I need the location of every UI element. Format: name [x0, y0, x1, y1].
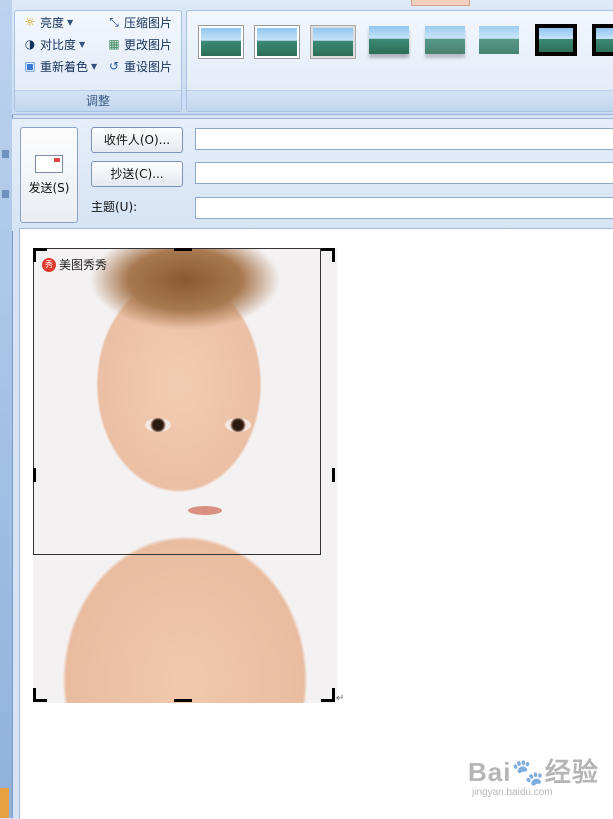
brightness-button[interactable]: ☼ 亮度 ▼ [23, 13, 74, 31]
watermark-brand-left: Bai [468, 757, 512, 787]
crop-rectangle[interactable] [33, 248, 321, 555]
crop-handle[interactable] [332, 468, 335, 482]
sun-icon: ☼ [24, 15, 36, 29]
reset-picture-label: 重设图片 [124, 59, 173, 74]
strip-marker [2, 150, 9, 158]
adjust-group: ☼ 亮度 ▼ ◑ 对比度 ▼ ▣ 重新着色 ▼ ⤡ 压缩图片 ▦ 更改图片 ↺ … [14, 10, 182, 112]
change-picture-label: 更改图片 [124, 37, 173, 52]
paragraph-mark: ↵ [336, 693, 345, 704]
compress-icon: ⤡ [109, 15, 119, 29]
ribbon: ☼ 亮度 ▼ ◑ 对比度 ▼ ▣ 重新着色 ▼ ⤡ 压缩图片 ▦ 更改图片 ↺ … [12, 0, 613, 115]
picture-icon: ▦ [108, 37, 120, 51]
to-field[interactable] [195, 128, 613, 150]
contrast-icon: ◑ [24, 37, 36, 51]
recolor-icon: ▣ [24, 59, 36, 73]
watermark-brand-right: 经验 [544, 757, 599, 787]
contextual-tab-accent [411, 0, 470, 6]
baidu-jingyan-watermark: Bai🐾经验 jingyan.baidu.com [468, 752, 608, 802]
gallery-footer [187, 90, 613, 111]
strip-marker [2, 190, 9, 198]
crop-handle[interactable] [33, 468, 36, 482]
paw-icon: 🐾 [511, 757, 545, 787]
baidu-jingyan-logo: Bai🐾经验 [468, 752, 608, 789]
subject-label: 主题(U): [91, 200, 138, 214]
recolor-label: 重新着色 [40, 59, 89, 74]
message-body[interactable]: 秀 美图秀秀 ↵ [19, 228, 613, 819]
picture-styles-gallery [186, 10, 613, 112]
adjust-group-label: 调整 [15, 90, 181, 111]
picture-style-thumbnail[interactable] [425, 26, 465, 54]
cc-field[interactable] [195, 162, 613, 184]
crop-handle[interactable] [174, 248, 192, 251]
envelope-icon [35, 154, 63, 173]
crop-handle[interactable] [174, 699, 192, 702]
crop-handle[interactable] [33, 688, 36, 702]
contrast-label: 对比度 [40, 37, 77, 52]
crop-handle[interactable] [332, 688, 335, 702]
picture-style-thumbnail-selected[interactable] [535, 24, 577, 56]
picture-style-thumbnail[interactable] [592, 24, 613, 56]
chevron-down-icon: ▼ [91, 61, 98, 71]
compress-label: 压缩图片 [124, 15, 173, 30]
contrast-button[interactable]: ◑ 对比度 ▼ [23, 35, 85, 53]
picture-style-thumbnail[interactable] [369, 26, 409, 54]
change-picture-button[interactable]: ▦ 更改图片 [107, 35, 172, 53]
picture-style-thumbnail[interactable] [255, 26, 299, 58]
crop-handle[interactable] [332, 248, 335, 262]
chevron-down-icon: ▼ [79, 39, 86, 49]
chevron-down-icon: ▼ [67, 17, 74, 27]
reset-picture-button[interactable]: ↺ 重设图片 [107, 57, 172, 75]
send-button[interactable]: 发送(S) [20, 127, 78, 223]
strip-orange-tab [0, 788, 9, 818]
crop-handle[interactable] [33, 248, 36, 262]
compress-pictures-button[interactable]: ⤡ 压缩图片 [107, 13, 172, 31]
to-button[interactable]: 收件人(O)... [91, 127, 183, 153]
picture-style-thumbnail[interactable] [479, 26, 519, 54]
send-label: 发送(S) [28, 180, 70, 195]
picture-style-thumbnail[interactable] [311, 26, 355, 58]
picture-style-thumbnail[interactable] [199, 26, 243, 58]
message-header: 发送(S) 收件人(O)... 抄送(C)... 主题(U): [12, 118, 613, 231]
cc-button[interactable]: 抄送(C)... [91, 161, 183, 187]
recolor-button[interactable]: ▣ 重新着色 ▼ [23, 57, 97, 75]
brightness-label: 亮度 [40, 15, 65, 30]
subject-field[interactable] [195, 197, 613, 219]
reset-icon: ↺ [108, 59, 120, 73]
